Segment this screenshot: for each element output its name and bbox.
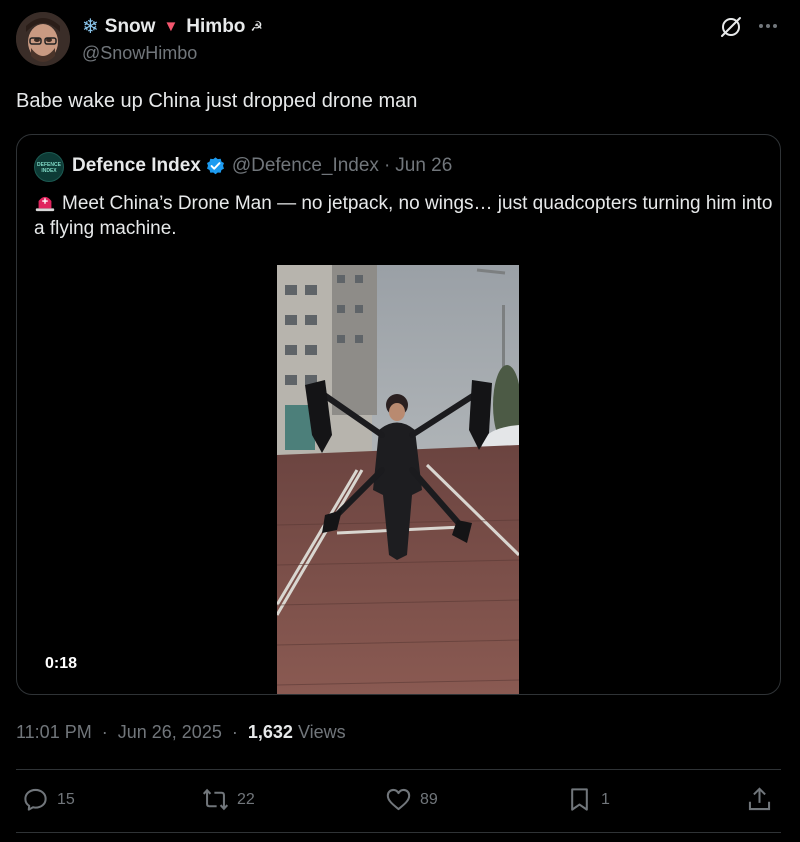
- quoted-header: Defence Index @Defence_Index · Jun 26: [72, 155, 452, 177]
- share-button[interactable]: [746, 786, 781, 813]
- like-button[interactable]: 89: [385, 786, 438, 813]
- meta-dot-2: ·: [231, 722, 238, 742]
- video-thumbnail: [277, 265, 519, 694]
- quoted-date[interactable]: Jun 26: [395, 155, 452, 177]
- meta-dot-1: ·: [101, 722, 108, 742]
- repost-count: 22: [237, 790, 255, 808]
- reply-button[interactable]: 15: [22, 786, 75, 813]
- hammer-sickle-icon: ☭: [250, 18, 263, 34]
- quoted-avatar-text: DEFENCE INDEX: [37, 162, 61, 174]
- share-icon: [748, 787, 771, 811]
- author-name[interactable]: ❄ Snow ▼ Himbo ☭: [82, 14, 263, 39]
- reply-count: 15: [57, 790, 75, 808]
- author-name-part2: Himbo: [186, 15, 246, 37]
- bookmark-button[interactable]: 1: [566, 786, 610, 813]
- author-handle[interactable]: @SnowHimbo: [82, 43, 197, 64]
- views-count: 1,632: [247, 722, 293, 742]
- repost-icon: [202, 788, 229, 811]
- quoted-separator: ·: [383, 155, 391, 176]
- views-label: Views: [297, 722, 346, 742]
- grok-icon[interactable]: [719, 15, 743, 39]
- heart-emoji-icon: ▼: [163, 18, 179, 35]
- author-avatar[interactable]: [16, 12, 70, 66]
- tweet-meta: 11:01 PM · Jun 26, 2025 · 1,632 Views: [16, 722, 346, 743]
- like-icon: [386, 788, 411, 811]
- reply-icon: [24, 788, 47, 811]
- tweet-time[interactable]: 11:01 PM: [16, 722, 92, 742]
- like-count: 89: [420, 790, 438, 808]
- divider-bottom: [16, 832, 781, 833]
- bookmark-icon: [571, 788, 588, 811]
- quoted-handle[interactable]: @Defence_Index: [232, 155, 379, 177]
- bookmark-count: 1: [601, 790, 610, 808]
- tweet-date[interactable]: Jun 26, 2025: [118, 722, 222, 742]
- siren-icon: [35, 196, 55, 212]
- repost-button[interactable]: 22: [202, 786, 255, 813]
- quoted-avatar[interactable]: DEFENCE INDEX: [34, 152, 64, 182]
- tweet-text: Babe wake up China just dropped drone ma…: [16, 90, 418, 112]
- quoted-name[interactable]: Defence Index: [72, 155, 201, 177]
- snowflake-icon: ❄: [82, 16, 99, 38]
- quoted-text: Meet China’s Drone Man — no jetpack, no …: [34, 190, 774, 241]
- author-name-part1: Snow: [104, 15, 156, 37]
- verified-icon: [206, 156, 224, 174]
- more-icon[interactable]: [756, 14, 780, 38]
- video-duration: 0:18: [45, 655, 78, 672]
- quoted-tweet[interactable]: DEFENCE INDEX Defence Index @Defence_Ind…: [16, 134, 781, 695]
- divider-top: [16, 769, 781, 770]
- video-player[interactable]: [277, 265, 519, 694]
- quoted-text-body: Meet China’s Drone Man — no jetpack, no …: [34, 193, 773, 239]
